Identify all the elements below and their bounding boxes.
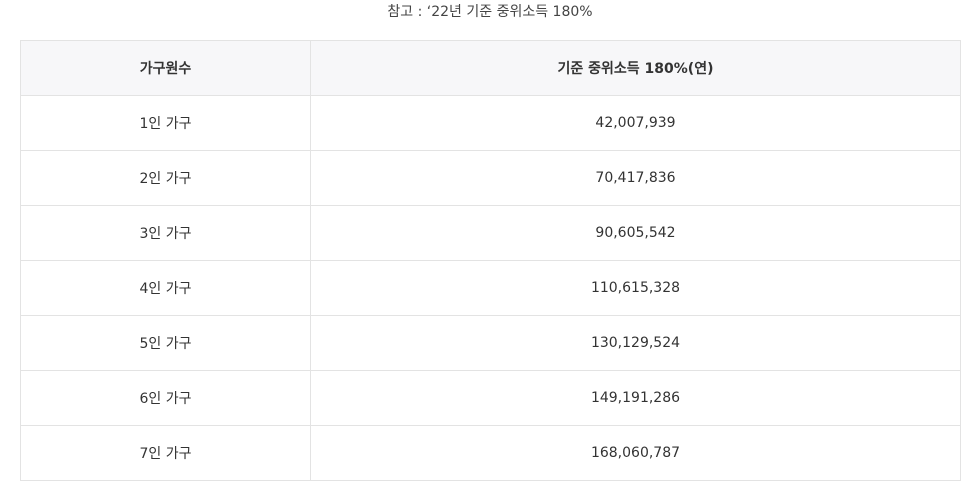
cell-median-income: 70,417,836 — [310, 150, 961, 206]
cell-median-income: 110,615,328 — [310, 260, 961, 316]
header-household-size: 가구원수 — [20, 40, 311, 96]
table-caption: 참고 : ‘22년 기준 중위소득 180% — [387, 4, 593, 20]
table-row: 3인 가구 90,605,542 — [20, 205, 961, 261]
cell-median-income: 168,060,787 — [310, 425, 961, 481]
cell-household-size: 4인 가구 — [20, 260, 311, 316]
table-row: 6인 가구 149,191,286 — [20, 370, 961, 426]
cell-household-size: 1인 가구 — [20, 95, 311, 151]
cell-median-income: 130,129,524 — [310, 315, 961, 371]
income-table-container: 가구원수 기준 중위소득 180%(연) 1인 가구 42,007,939 2인… — [20, 40, 961, 481]
cell-household-size: 6인 가구 — [20, 370, 311, 426]
cell-median-income: 42,007,939 — [310, 95, 961, 151]
header-median-income: 기준 중위소득 180%(연) — [310, 40, 961, 96]
table-row: 4인 가구 110,615,328 — [20, 260, 961, 316]
cell-household-size: 3인 가구 — [20, 205, 311, 261]
cell-median-income: 90,605,542 — [310, 205, 961, 261]
table-row: 2인 가구 70,417,836 — [20, 150, 961, 206]
cell-household-size: 5인 가구 — [20, 315, 311, 371]
cell-household-size: 7인 가구 — [20, 425, 311, 481]
table-row: 1인 가구 42,007,939 — [20, 95, 961, 151]
table-row: 5인 가구 130,129,524 — [20, 315, 961, 371]
table-row: 7인 가구 168,060,787 — [20, 425, 961, 481]
cell-median-income: 149,191,286 — [310, 370, 961, 426]
income-table: 가구원수 기준 중위소득 180%(연) 1인 가구 42,007,939 2인… — [20, 40, 961, 481]
table-header-row: 가구원수 기준 중위소득 180%(연) — [20, 40, 961, 96]
cell-household-size: 2인 가구 — [20, 150, 311, 206]
